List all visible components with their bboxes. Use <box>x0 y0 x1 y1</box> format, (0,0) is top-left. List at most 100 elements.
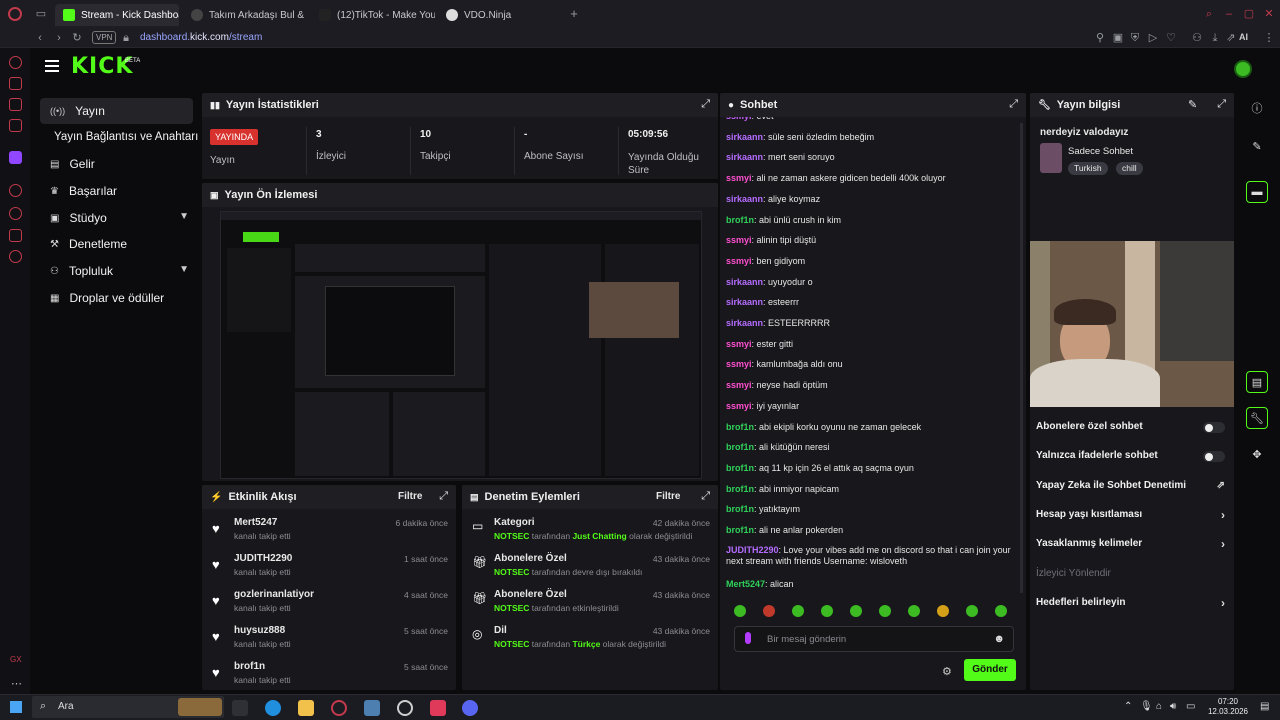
toggle-switch[interactable] <box>1203 451 1225 463</box>
popout-icon[interactable]: ⤢ <box>1217 98 1226 111</box>
tab-overview-icon[interactable]: ▭ <box>34 7 48 21</box>
gx-icon[interactable]: GX <box>10 655 22 664</box>
mic-icon[interactable] <box>745 632 751 644</box>
chat-username[interactable]: brof1n <box>726 442 754 452</box>
history-icon[interactable] <box>9 207 22 220</box>
chat-username[interactable]: brof1n <box>726 422 754 432</box>
chat-setting-row[interactable]: Hesap yaşı kısıtlaması › <box>1036 508 1231 525</box>
explorer-icon[interactable] <box>298 700 314 716</box>
edge-icon[interactable] <box>265 700 281 716</box>
chat-username[interactable]: JUDITH2290 <box>726 545 779 555</box>
chat-scrollbar[interactable] <box>1020 123 1023 593</box>
sidebar-item-basarilar[interactable]: ♛ Başarılar <box>40 178 193 204</box>
chat-setting-row[interactable]: Abonelere özel sohbet <box>1036 421 1231 437</box>
player-icon[interactable] <box>9 184 22 197</box>
app-icon[interactable] <box>364 700 380 716</box>
emote-7-icon[interactable] <box>908 605 920 617</box>
chat-username[interactable]: ssmyi <box>726 359 752 369</box>
sidebar-item-yayin[interactable]: ((•)) Yayın <box>40 98 193 124</box>
opera-gx-icon[interactable] <box>331 700 347 716</box>
activity-user[interactable]: Mert5247 <box>234 517 277 528</box>
play-icon[interactable]: ▷ <box>1146 31 1160 45</box>
forward-icon[interactable]: › <box>52 31 66 45</box>
maximize-icon[interactable]: ▢ <box>1242 7 1256 21</box>
sidebar-item-denetleme[interactable]: ⚒ Denetleme <box>40 231 193 257</box>
wrench-icon[interactable]: 🔧︎ <box>1246 407 1268 429</box>
camera-icon[interactable]: ▣ <box>1111 31 1125 45</box>
chat-username[interactable]: ssmyi <box>726 256 752 266</box>
user-avatar[interactable] <box>1234 60 1252 78</box>
opera-menu-icon[interactable] <box>8 7 22 21</box>
search-tabs-icon[interactable]: ⌕ <box>1202 7 1216 21</box>
discord-icon[interactable] <box>462 700 478 716</box>
clock[interactable]: 07:20 12.03.2026 <box>1204 697 1252 717</box>
browser-menu-icon[interactable]: ⋮ <box>1262 31 1276 45</box>
tab-kick-dashboard[interactable]: Stream - Kick Dashboard <box>55 4 179 26</box>
sidebar-item-droplar[interactable]: ▦ Droplar ve ödüller <box>40 285 193 311</box>
edit-icon[interactable]: ✎ <box>1188 98 1197 111</box>
popout-icon[interactable]: ⤢ <box>701 490 710 503</box>
activity-user[interactable]: brof1n <box>234 661 265 672</box>
tab-takim-arkadasi[interactable]: Takım Arkadaşı Bul & Du <box>183 4 307 26</box>
chat-setting-row[interactable]: Yalnızca ifadelerle sohbet <box>1036 450 1231 466</box>
network-icon[interactable]: ⌂ <box>1156 701 1162 712</box>
chat-username[interactable]: ssmyi <box>726 401 752 411</box>
popout-icon[interactable]: ⤢ <box>439 490 448 503</box>
emote-2-icon[interactable] <box>763 605 775 617</box>
add-widget-icon[interactable]: ✥ <box>1246 443 1268 465</box>
volume-icon[interactable]: 🔊︎ <box>1170 701 1176 712</box>
emote-5-icon[interactable] <box>850 605 862 617</box>
url-field[interactable]: dashboard.kick.com/stream <box>140 32 262 43</box>
chat-setting-row[interactable]: Hedefleri belirleyin › <box>1036 596 1231 613</box>
chat-username[interactable]: ssmyi <box>726 380 752 390</box>
chat-username[interactable]: sirkaann <box>726 318 763 328</box>
share-icon[interactable]: ⇗ <box>1224 31 1238 45</box>
tab-tiktok[interactable]: (12)TikTok - Make Your D <box>311 4 435 26</box>
moderation-actor[interactable]: NOTSEC <box>494 531 529 541</box>
emote-10-icon[interactable] <box>995 605 1007 617</box>
emote-4-icon[interactable] <box>821 605 833 617</box>
twitch-icon[interactable] <box>9 151 22 164</box>
pencil-icon[interactable]: ✎ <box>1246 135 1268 157</box>
send-button[interactable]: Gönder <box>964 659 1016 681</box>
chat-setting-row[interactable]: Yasaklanmış kelimeler › <box>1036 537 1231 554</box>
chat-username[interactable]: ssmyi <box>726 339 752 349</box>
filter-button[interactable]: Filtre <box>398 491 422 502</box>
mic-tray-icon[interactable]: 🎙︎ <box>1140 701 1153 712</box>
vpn-badge[interactable]: VPN <box>92 31 117 44</box>
chat-username[interactable]: brof1n <box>726 525 754 535</box>
chat-username[interactable]: brof1n <box>726 463 754 473</box>
sidebar-item-studyo[interactable]: ▣ Stüdyo ▼ <box>40 205 193 231</box>
chat-username[interactable]: Mert5247 <box>726 579 765 587</box>
activity-user[interactable]: JUDITH2290 <box>234 553 292 564</box>
settings-icon[interactable] <box>9 250 22 263</box>
activity-user[interactable]: gozlerinanlatiyor <box>234 589 314 600</box>
moderation-actor[interactable]: NOTSEC <box>494 639 529 649</box>
chat-username[interactable]: sirkaann <box>726 277 763 287</box>
layout-icon[interactable]: ▤ <box>1246 371 1268 393</box>
profile-icon[interactable]: ⚇ <box>1190 31 1204 45</box>
sidebar-item-topluluk[interactable]: ⚇ Topluluk ▼ <box>40 258 193 284</box>
hamburger-menu-icon[interactable] <box>45 60 59 72</box>
aria-icon[interactable] <box>9 56 22 69</box>
download-icon[interactable]: ⤓ <box>1208 31 1222 45</box>
emote-3-icon[interactable] <box>792 605 804 617</box>
chat-input[interactable]: Bir mesaj gönderin ☻ <box>734 626 1014 652</box>
chat-username[interactable]: ssmyi <box>726 117 752 121</box>
chat-username[interactable]: brof1n <box>726 504 754 514</box>
emote-1-icon[interactable] <box>734 605 746 617</box>
emote-8-icon[interactable] <box>937 605 949 617</box>
task-view-icon[interactable] <box>232 700 248 716</box>
minimize-icon[interactable]: – <box>1222 7 1236 21</box>
tag-chip[interactable]: chill <box>1116 162 1143 175</box>
moderation-actor[interactable]: NOTSEC <box>494 567 529 577</box>
shield-icon[interactable]: ⛨ <box>1128 31 1142 45</box>
chat-username[interactable]: ssmyi <box>726 173 752 183</box>
chat-username[interactable]: brof1n <box>726 215 754 225</box>
chat-username[interactable]: brof1n <box>726 484 754 494</box>
tag-chip[interactable]: Turkish <box>1068 162 1108 175</box>
taskbar-search[interactable]: ⌕ Ara <box>32 696 224 718</box>
back-icon[interactable]: ‹ <box>33 31 47 45</box>
pin-icon[interactable]: ⚲ <box>1093 31 1107 45</box>
ai-button[interactable]: AI <box>1239 32 1248 42</box>
